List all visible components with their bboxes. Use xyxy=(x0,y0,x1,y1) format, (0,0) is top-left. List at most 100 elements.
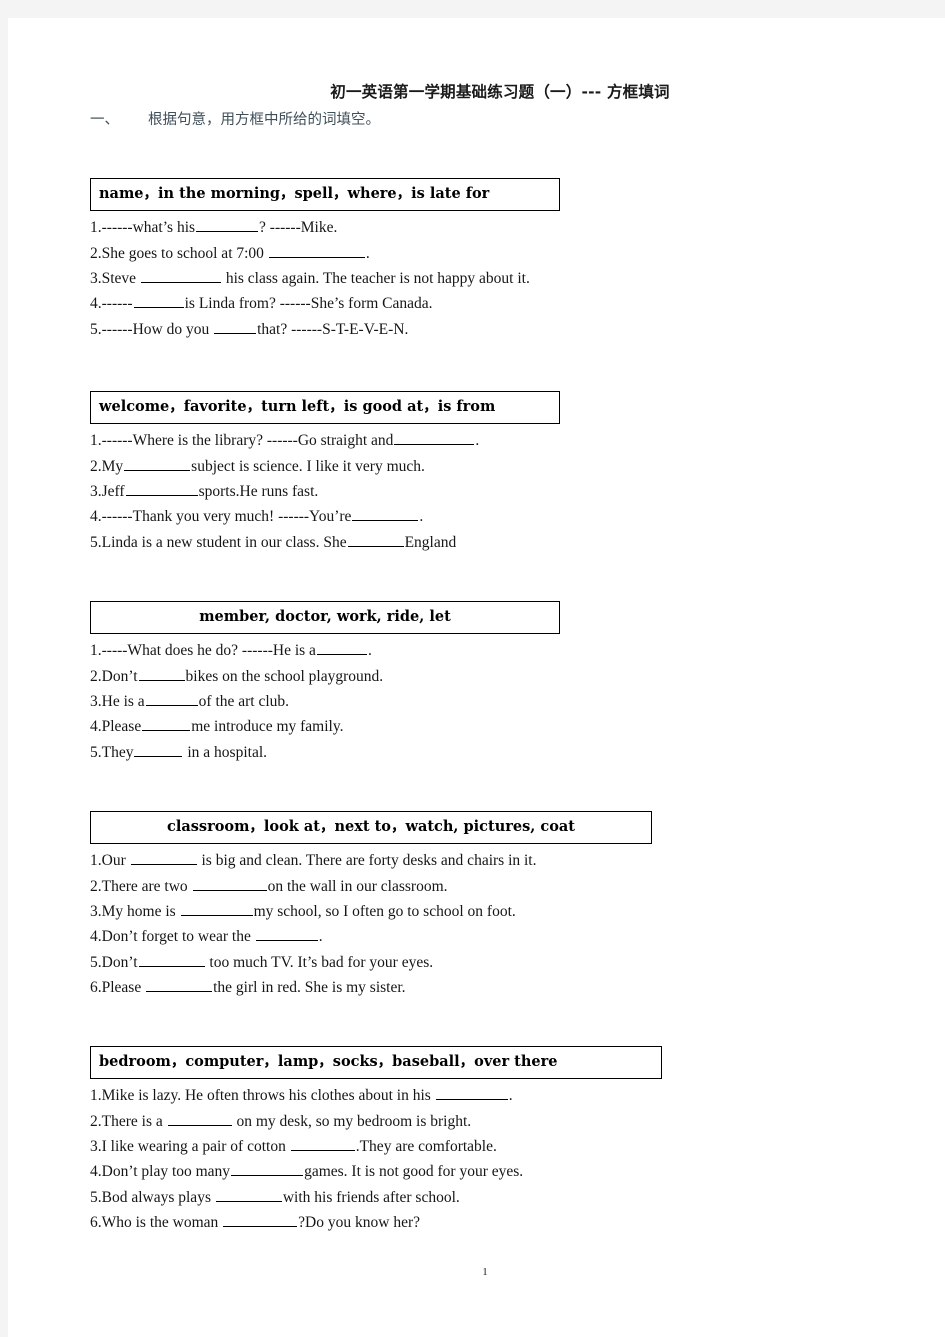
question-text-after-blank: of the art club. xyxy=(198,692,290,710)
answer-blank[interactable] xyxy=(145,690,198,706)
question-text-after-blank: with his friends after school. xyxy=(282,1188,460,1206)
question-list: 1.------what’s his ? ------Mike. 2.She goe… xyxy=(90,215,880,342)
question-text-after-blank: ?Do you know her? xyxy=(298,1214,420,1232)
question-text-after-blank: on the wall in our classroom. xyxy=(267,877,448,895)
question-text-before-blank: 4.------ xyxy=(90,295,133,313)
question-item: 6.Who is the woman ?Do you know her? xyxy=(90,1210,880,1235)
question-text-after-blank: sports.He runs fast. xyxy=(198,482,319,500)
question-text-after-blank: my school, so I often go to school on fo… xyxy=(253,902,516,920)
answer-blank[interactable] xyxy=(138,951,205,967)
exercise-group: member, doctor, work, ride, let 1.-----Wh… xyxy=(90,601,880,765)
question-item: 4.Don’t forget to wear the . xyxy=(90,924,880,949)
answer-blank[interactable] xyxy=(231,1161,304,1177)
question-text-before-blank: 1.Mike is lazy. He often throws his clot… xyxy=(90,1087,435,1105)
question-item: 4.Please me introduce my family. xyxy=(90,714,880,739)
question-text-before-blank: 3.Steve xyxy=(90,269,140,287)
question-text-before-blank: 4.Don’t forget to wear the xyxy=(90,928,255,946)
question-text-after-blank: England xyxy=(404,533,457,551)
question-text-after-blank: . xyxy=(318,928,323,946)
question-list: 1.------Where is the library? ------Go s… xyxy=(90,428,880,555)
question-text-before-blank: 1.------what’s his xyxy=(90,219,196,237)
question-item: 5.Linda is a new student in our class. S… xyxy=(90,530,880,555)
page-title: 初一英语第一学期基础练习题（一）--- 方框填词 xyxy=(330,83,670,101)
question-item: 3.My home is my school, so I often go to… xyxy=(90,899,880,924)
question-list: 1.-----What does he do? ------He is a. 2.… xyxy=(90,638,880,765)
document-page: 初一英语第一学期基础练习题（一）--- 方框填词 一、 根据句意，用方框中所给的词… xyxy=(8,18,945,1337)
question-text-before-blank: 2.There are two xyxy=(90,877,192,895)
question-text-after-blank: in a hospital. xyxy=(183,743,268,761)
question-text-after-blank: .They are comfortable. xyxy=(355,1137,497,1155)
question-item: 5.Bod always plays with his friends afte… xyxy=(90,1185,880,1210)
question-text-after-blank: games. It is not good for your eyes. xyxy=(304,1163,524,1181)
question-text-before-blank: 4.Please xyxy=(90,718,142,736)
answer-blank[interactable] xyxy=(352,506,419,522)
answer-blank[interactable] xyxy=(215,1186,282,1202)
document-content: 初一英语第一学期基础练习题（一）--- 方框填词 一、 根据句意，用方框中所给的词… xyxy=(90,80,880,1278)
question-item: 4.------ is Linda from? ------She’s form … xyxy=(90,291,880,316)
question-text-after-blank: the girl in red. She is my sister. xyxy=(213,979,406,997)
exercise-group: bedroom，computer，lamp，socks，baseball，ove… xyxy=(90,1046,880,1236)
answer-blank[interactable] xyxy=(268,242,365,258)
question-text-before-blank: 5.Linda is a new student in our class. S… xyxy=(90,533,347,551)
question-list: 1.Our is big and clean. There are forty … xyxy=(90,848,880,1000)
page-number: 1 xyxy=(482,1266,488,1278)
question-text-before-blank: 6.Please xyxy=(90,979,146,997)
question-text-before-blank: 3.He is a xyxy=(90,692,145,710)
answer-blank[interactable] xyxy=(223,1211,298,1228)
answer-blank[interactable] xyxy=(134,741,183,757)
answer-blank[interactable] xyxy=(394,429,475,446)
question-text-before-blank: 5.------How do you xyxy=(90,320,214,338)
question-item: 2.Don’t bikes on the school playground. xyxy=(90,664,880,689)
word-bank-box: bedroom，computer，lamp，socks，baseball，ove… xyxy=(90,1046,662,1080)
question-item: 5.They in a hospital. xyxy=(90,740,880,765)
question-list: 1.Mike is lazy. He often throws his clot… xyxy=(90,1083,880,1235)
question-text-before-blank: 2.Don’t xyxy=(90,667,138,685)
answer-blank[interactable] xyxy=(255,926,318,942)
question-item: 3.He is a of the art club. xyxy=(90,689,880,714)
question-text-before-blank: 2.She goes to school at 7:00 xyxy=(90,244,268,262)
answer-blank[interactable] xyxy=(133,293,184,309)
question-item: 6.Please the girl in red. She is my sist… xyxy=(90,975,880,1000)
question-text-after-blank: bikes on the school playground. xyxy=(185,667,384,685)
word-bank-box: welcome，favorite，turn left，is good at，is… xyxy=(90,391,560,425)
question-text-after-blank: his class again. The teacher is not happ… xyxy=(221,269,530,287)
question-text-after-blank: . xyxy=(365,244,370,262)
answer-blank[interactable] xyxy=(125,480,198,496)
answer-blank[interactable] xyxy=(316,639,367,656)
question-item: 5.------How do you that? ------S-T-E-V-E… xyxy=(90,317,880,342)
question-text-after-blank: that? ------S-T-E-V-E-N. xyxy=(257,320,409,338)
question-text-after-blank: on my desk, so my bedroom is bright. xyxy=(232,1112,472,1130)
question-text-before-blank: 4.Don’t play too many xyxy=(90,1163,231,1181)
answer-blank[interactable] xyxy=(140,267,221,283)
question-text-after-blank: me introduce my family. xyxy=(191,718,344,736)
answer-blank[interactable] xyxy=(124,455,191,471)
answer-blank[interactable] xyxy=(196,216,259,233)
question-text-after-blank: . xyxy=(419,508,424,526)
answer-blank[interactable] xyxy=(167,1110,232,1126)
answer-blank[interactable] xyxy=(142,716,191,732)
question-item: 4.Don’t play too many games. It is not go… xyxy=(90,1159,880,1184)
question-item: 1.Our is big and clean. There are forty … xyxy=(90,848,880,873)
question-text-before-blank: 5.They xyxy=(90,743,134,761)
answer-blank[interactable] xyxy=(290,1135,355,1151)
answer-blank[interactable] xyxy=(180,900,253,916)
answer-blank[interactable] xyxy=(130,849,197,866)
question-item: 1.-----What does he do? ------He is a. xyxy=(90,638,880,663)
answer-blank[interactable] xyxy=(435,1084,508,1101)
instruction-line: 一、 根据句意，用方框中所给的词填空。 xyxy=(90,108,880,129)
question-item: 2.She goes to school at 7:00 . xyxy=(90,241,880,266)
answer-blank[interactable] xyxy=(146,976,213,993)
question-text-after-blank: subject is science. I like it very much. xyxy=(191,457,425,475)
exercise-group: welcome，favorite，turn left，is good at，is… xyxy=(90,391,880,555)
question-text-after-blank: is big and clean. There are forty desks … xyxy=(197,852,537,870)
answer-blank[interactable] xyxy=(138,665,185,681)
answer-blank[interactable] xyxy=(347,531,404,547)
question-text-after-blank: too much TV. It’s bad for your eyes. xyxy=(205,953,434,971)
answer-blank[interactable] xyxy=(214,318,257,334)
question-item: 5.Don’t too much TV. It’s bad for your e… xyxy=(90,950,880,975)
answer-blank[interactable] xyxy=(192,875,267,891)
question-text-after-blank: . xyxy=(508,1087,513,1105)
question-text-after-blank: ? ------Mike. xyxy=(259,219,338,237)
question-text-before-blank: 1.------Where is the library? ------Go s… xyxy=(90,432,394,450)
instruction-number: 一、 xyxy=(90,112,119,128)
